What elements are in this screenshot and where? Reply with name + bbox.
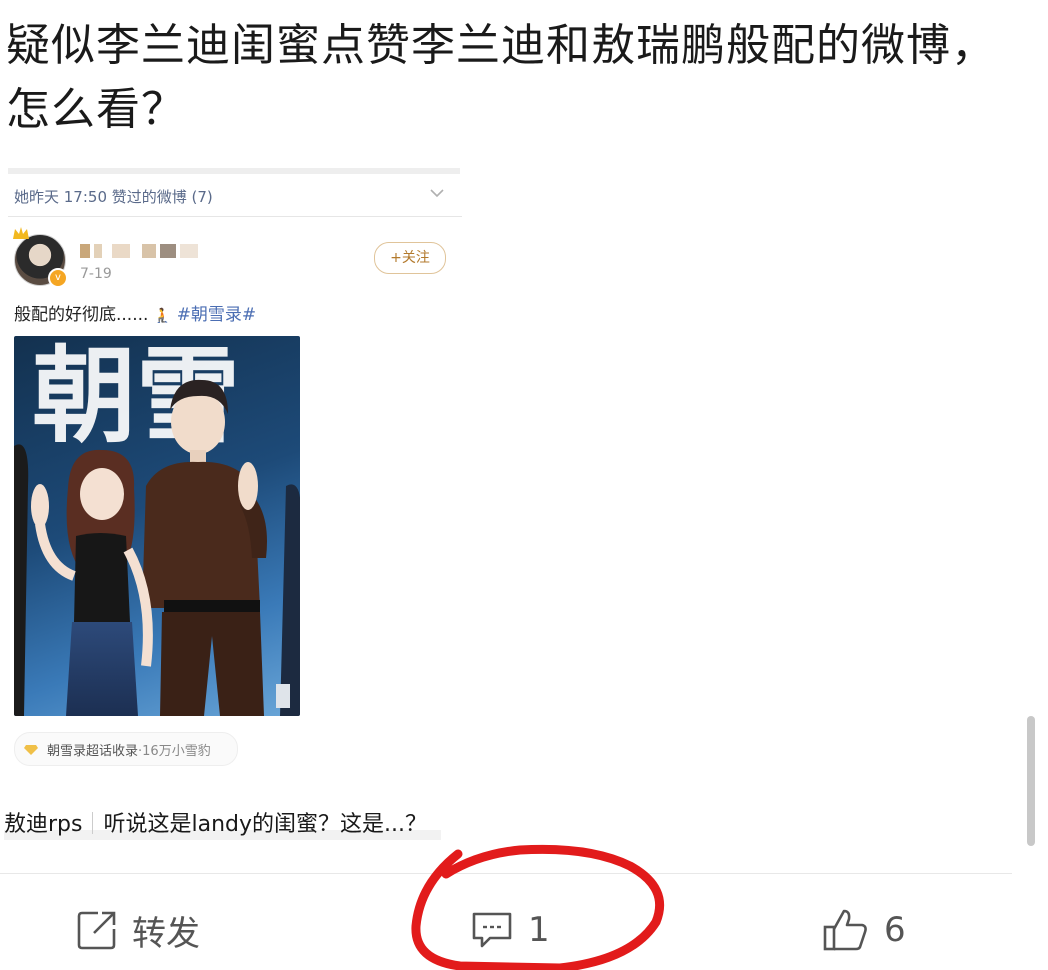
comment-icon <box>472 912 512 948</box>
super-topic-badge: 朝雪录超话收录·16万小雪豹 <box>14 732 238 766</box>
source-topic[interactable]: 敖迪rps <box>4 812 82 837</box>
event-photo: 朝雪 <box>14 336 300 716</box>
post-title: 疑似李兰迪闺蜜点赞李兰迪和敖瑞鹏般配的微博，怎么看？ <box>6 20 996 135</box>
crown-icon <box>13 227 29 239</box>
embedded-screenshot: 她昨天 17:50 赞过的微博 (7) v 7-19 +关注 般配的好彻底...… <box>0 168 464 768</box>
thumbs-up-icon <box>823 909 867 951</box>
hashtag-link: #朝雪录# <box>176 305 257 325</box>
like-button[interactable]: 6 <box>822 904 906 956</box>
repost-button[interactable]: 转发 <box>76 904 200 956</box>
photo-illustration: 朝雪 <box>14 336 300 716</box>
comment-count: 1 <box>528 910 550 950</box>
super-topic-label: 朝雪录超话收录 <box>47 744 139 759</box>
source-line[interactable]: 敖迪rps 听说这是landy的闺蜜？这是...？ <box>4 806 441 840</box>
scrollbar-thumb[interactable] <box>1027 716 1035 846</box>
post-date: 7-19 <box>80 266 112 282</box>
source-separator <box>92 812 94 834</box>
comment-button[interactable]: 1 <box>470 904 550 956</box>
follow-button: +关注 <box>374 242 446 274</box>
liked-posts-header: 她昨天 17:50 赞过的微博 (7) <box>14 188 213 206</box>
super-topic-text: 朝雪录超话收录·16万小雪豹 <box>47 740 211 759</box>
screenshot-top-edge <box>8 168 460 174</box>
diamond-icon <box>24 745 38 755</box>
repost-label: 转发 <box>132 913 200 954</box>
share-icon <box>77 911 116 950</box>
post-caption: 般配的好彻底...... 🧎 #朝雪录# <box>14 300 256 325</box>
source-title[interactable]: 听说这是landy的闺蜜？这是...？ <box>103 812 427 837</box>
like-count: 6 <box>884 910 906 950</box>
action-divider <box>0 873 1012 874</box>
chevron-down-icon <box>430 189 444 198</box>
super-topic-count: ·16万小雪豹 <box>138 744 211 759</box>
header-divider <box>8 216 462 217</box>
caption-text: 般配的好彻底...... <box>14 305 149 325</box>
kneeling-emoji-icon: 🧎 <box>153 308 172 324</box>
blurred-username <box>80 240 202 264</box>
verified-badge-icon: v <box>48 268 68 288</box>
